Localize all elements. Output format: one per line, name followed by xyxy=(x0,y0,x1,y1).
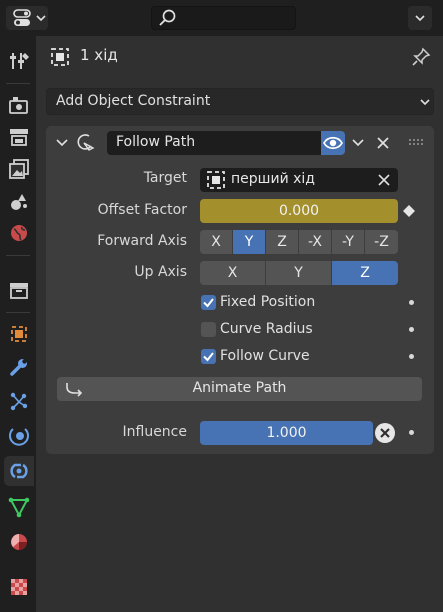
drag-handle-icon[interactable] xyxy=(408,134,426,152)
pin-icon[interactable] xyxy=(410,46,432,68)
tab-object[interactable] xyxy=(4,319,34,349)
influence-slider[interactable]: 1.000 xyxy=(200,421,373,445)
object-icon xyxy=(207,171,225,189)
tab-texture[interactable] xyxy=(4,572,34,602)
follow-curve-label: Follow Curve xyxy=(220,348,310,364)
tab-modifiers[interactable] xyxy=(4,352,34,382)
object-icon xyxy=(51,48,69,66)
forward-axis-option-x[interactable]: X xyxy=(200,230,232,254)
tab-scene[interactable] xyxy=(4,186,34,216)
up-axis-option-x[interactable]: X xyxy=(200,261,265,285)
tab-material[interactable] xyxy=(4,527,34,557)
eye-icon xyxy=(323,136,343,150)
close-icon[interactable] xyxy=(374,134,392,152)
forward-axis-option-neg-z[interactable]: -Z xyxy=(365,230,398,254)
tab-object-data[interactable] xyxy=(4,492,34,522)
mesh-data-icon xyxy=(8,497,30,518)
object-name: 1 хід xyxy=(80,46,118,64)
object-icon xyxy=(11,326,27,342)
target-value: перший хід xyxy=(231,171,315,187)
forward-axis-option-neg-x[interactable]: -X xyxy=(299,230,331,254)
tab-particles[interactable] xyxy=(4,386,34,416)
chevron-down-icon xyxy=(415,15,425,22)
tab-world[interactable] xyxy=(4,218,34,248)
offset-factor-value: 0.000 xyxy=(278,203,320,219)
influence-label: Influence xyxy=(122,424,188,440)
world-icon xyxy=(11,225,27,241)
search-icon xyxy=(159,9,176,26)
constraint-name: Follow Path xyxy=(116,134,196,150)
properties-main: 1 хід Add Object Constraint Follow Path xyxy=(36,36,443,612)
animate-property-dot[interactable] xyxy=(409,300,414,305)
forward-axis-option-y[interactable]: Y xyxy=(233,230,265,254)
keyframe-diamond-icon[interactable] xyxy=(402,204,416,218)
object-header: 1 хід xyxy=(36,36,443,76)
tab-physics[interactable] xyxy=(4,420,34,450)
options-dropdown-button[interactable] xyxy=(408,6,432,30)
up-axis-option-z[interactable]: Z xyxy=(332,261,398,285)
tab-tool[interactable] xyxy=(4,46,34,76)
physics-icon xyxy=(9,428,29,446)
forward-axis-option-z[interactable]: Z xyxy=(266,230,298,254)
tab-object-constraints[interactable] xyxy=(4,456,34,486)
influence-value: 1.000 xyxy=(266,425,307,441)
tab-view-layer[interactable] xyxy=(4,154,34,184)
material-icon xyxy=(11,534,27,550)
wrench-icon xyxy=(10,359,27,376)
constraint-name-field[interactable]: Follow Path xyxy=(107,131,321,155)
tab-separator xyxy=(6,312,30,313)
tab-output[interactable] xyxy=(4,122,34,152)
curve-radius-checkbox[interactable] xyxy=(201,322,216,337)
constraint-header: Follow Path xyxy=(46,126,434,158)
close-icon[interactable] xyxy=(376,172,392,188)
collapse-chevron-icon[interactable] xyxy=(54,135,70,151)
checkmark-icon xyxy=(203,298,214,308)
chevron-down-icon xyxy=(420,99,430,106)
properties-editor-icon xyxy=(13,9,46,26)
chevron-down-icon[interactable] xyxy=(349,134,367,152)
tab-separator xyxy=(6,83,30,84)
view-layer-icon xyxy=(9,159,29,179)
animate-property-dot[interactable] xyxy=(409,354,414,359)
target-label: Target xyxy=(143,170,187,186)
up-axis-option-y[interactable]: Y xyxy=(266,261,331,285)
scene-icon xyxy=(11,194,27,210)
tab-render[interactable] xyxy=(4,90,34,120)
animate-property-dot[interactable] xyxy=(409,430,414,435)
editor-type-button[interactable] xyxy=(6,6,48,30)
tab-separator xyxy=(6,255,30,256)
output-icon xyxy=(10,129,28,146)
animate-path-label: Animate Path xyxy=(192,380,287,396)
fixed-position-checkbox[interactable] xyxy=(201,295,216,310)
up-axis-label: Up Axis xyxy=(134,264,187,280)
add-constraint-label: Add Object Constraint xyxy=(56,93,211,109)
curve-radius-label: Curve Radius xyxy=(220,321,313,337)
visibility-toggle[interactable] xyxy=(321,131,345,155)
texture-icon xyxy=(11,579,27,595)
offset-factor-field[interactable]: 0.000 xyxy=(200,199,398,223)
target-field[interactable]: перший хід xyxy=(200,168,398,192)
follow-curve-checkbox[interactable] xyxy=(201,349,216,364)
forward-axis-label: Forward Axis xyxy=(97,233,187,249)
collection-icon xyxy=(10,283,28,299)
animate-property-dot[interactable] xyxy=(409,327,414,332)
search-input[interactable] xyxy=(151,6,296,30)
forward-axis-option-neg-y[interactable]: -Y xyxy=(332,230,364,254)
fixed-position-label: Fixed Position xyxy=(220,294,316,310)
offset-factor-label: Offset Factor xyxy=(97,202,187,218)
render-icon xyxy=(9,97,28,114)
add-object-constraint-dropdown[interactable]: Add Object Constraint xyxy=(46,88,434,115)
checkmark-icon xyxy=(203,352,214,362)
disable-keep-transform-icon[interactable] xyxy=(374,422,396,444)
tool-icon xyxy=(10,53,29,69)
properties-header xyxy=(0,0,443,36)
animate-path-button[interactable]: Animate Path xyxy=(57,377,422,401)
properties-tabs xyxy=(0,36,36,612)
tab-collection[interactable] xyxy=(4,275,34,305)
particles-icon xyxy=(10,392,28,411)
follow-path-icon xyxy=(77,134,95,151)
constraint-icon xyxy=(10,463,28,479)
